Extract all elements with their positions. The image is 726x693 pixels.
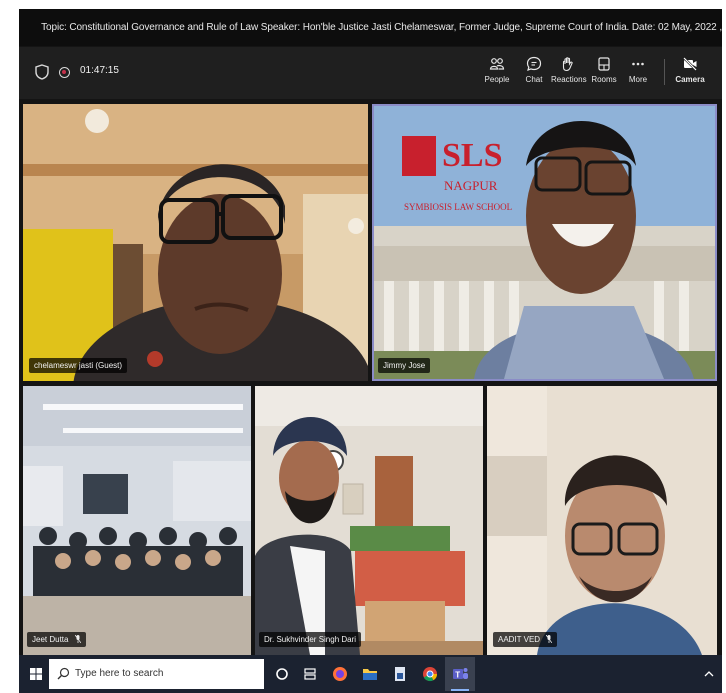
participant-video: [255, 386, 483, 655]
more-label: More: [628, 75, 648, 84]
cortana-icon[interactable]: [272, 664, 292, 684]
video-tile-jimmy-jose[interactable]: SLS NAGPUR SYMBIOSIS LAW SCHOOL Jimmy Jo…: [372, 104, 717, 381]
teams-taskbar-button[interactable]: T: [445, 657, 475, 691]
search-placeholder: Type here to search: [75, 668, 164, 679]
participant-video: [23, 386, 251, 655]
video-tile-aadit-ved[interactable]: AADIT VED: [487, 386, 717, 655]
rooms-icon: [598, 57, 610, 71]
video-tile-chelameswr-jasti[interactable]: chelameswr jasti (Guest): [23, 104, 368, 381]
rooms-label: Rooms: [591, 75, 617, 84]
more-icon: [632, 62, 644, 66]
mic-off-icon: [74, 635, 81, 643]
meeting-control-bar: 01:47:15 People Chat Reactions Rooms Mor…: [19, 47, 722, 99]
participant-video: [23, 104, 368, 381]
document-icon[interactable]: [390, 664, 410, 684]
participant-name-label: Jimmy Jose: [378, 358, 431, 373]
svg-text:T: T: [455, 670, 460, 679]
mic-off-icon: [546, 635, 553, 643]
people-icon: [489, 58, 505, 70]
people-button[interactable]: People: [483, 56, 511, 84]
shield-icon: [35, 64, 49, 80]
participant-name-label: Dr. Sukhvinder Singh Dari: [259, 632, 362, 647]
firefox-icon[interactable]: [330, 664, 350, 684]
recording-icon: [59, 67, 70, 78]
reactions-button[interactable]: Reactions: [551, 56, 587, 84]
active-app-indicator: [451, 689, 469, 691]
participant-video: [487, 386, 717, 655]
svg-text:SYMBIOSIS LAW SCHOOL: SYMBIOSIS LAW SCHOOL: [404, 202, 512, 212]
reactions-label: Reactions: [551, 75, 587, 84]
participant-name-label: AADIT VED: [493, 632, 558, 647]
camera-label: Camera: [675, 75, 705, 84]
windows-taskbar: Type here to search T: [19, 655, 722, 693]
windows-start-icon[interactable]: [26, 664, 46, 684]
meeting-timer: 01:47:15: [80, 65, 119, 76]
camera-off-icon: [683, 57, 697, 71]
video-tile-jeet-dutta[interactable]: Jeet Dutta: [23, 386, 251, 655]
svg-text:SLS: SLS: [442, 137, 503, 174]
video-tile-sukhvinder-singh-dari[interactable]: Dr. Sukhvinder Singh Dari: [255, 386, 483, 655]
participant-video: SLS NAGPUR SYMBIOSIS LAW SCHOOL: [374, 106, 715, 379]
meeting-topic: Topic: Constitutional Governance and Rul…: [41, 22, 722, 33]
more-button[interactable]: More: [624, 56, 652, 84]
taskbar-search-box[interactable]: Type here to search: [49, 659, 264, 689]
people-label: People: [484, 75, 510, 84]
chat-button[interactable]: Chat: [520, 56, 548, 84]
chat-label: Chat: [525, 75, 543, 84]
task-view-icon[interactable]: [300, 664, 320, 684]
participant-name-label: Jeet Dutta: [27, 632, 86, 647]
participant-name-label: chelameswr jasti (Guest): [29, 358, 128, 373]
chrome-icon[interactable]: [420, 664, 440, 684]
chat-icon: [526, 56, 542, 71]
teams-meeting-window: Topic: Constitutional Governance and Rul…: [19, 9, 722, 655]
teams-icon: T: [453, 668, 468, 679]
svg-text:NAGPUR: NAGPUR: [444, 178, 498, 193]
meeting-topic-banner: Topic: Constitutional Governance and Rul…: [19, 9, 722, 46]
toolbar-divider: [664, 59, 665, 85]
camera-button[interactable]: Camera: [673, 56, 707, 84]
chevron-up-icon[interactable]: [699, 664, 719, 684]
search-icon: [57, 667, 70, 680]
rooms-button[interactable]: Rooms: [590, 56, 618, 84]
file-explorer-icon[interactable]: [360, 664, 380, 684]
raise-hand-icon: [562, 57, 573, 72]
